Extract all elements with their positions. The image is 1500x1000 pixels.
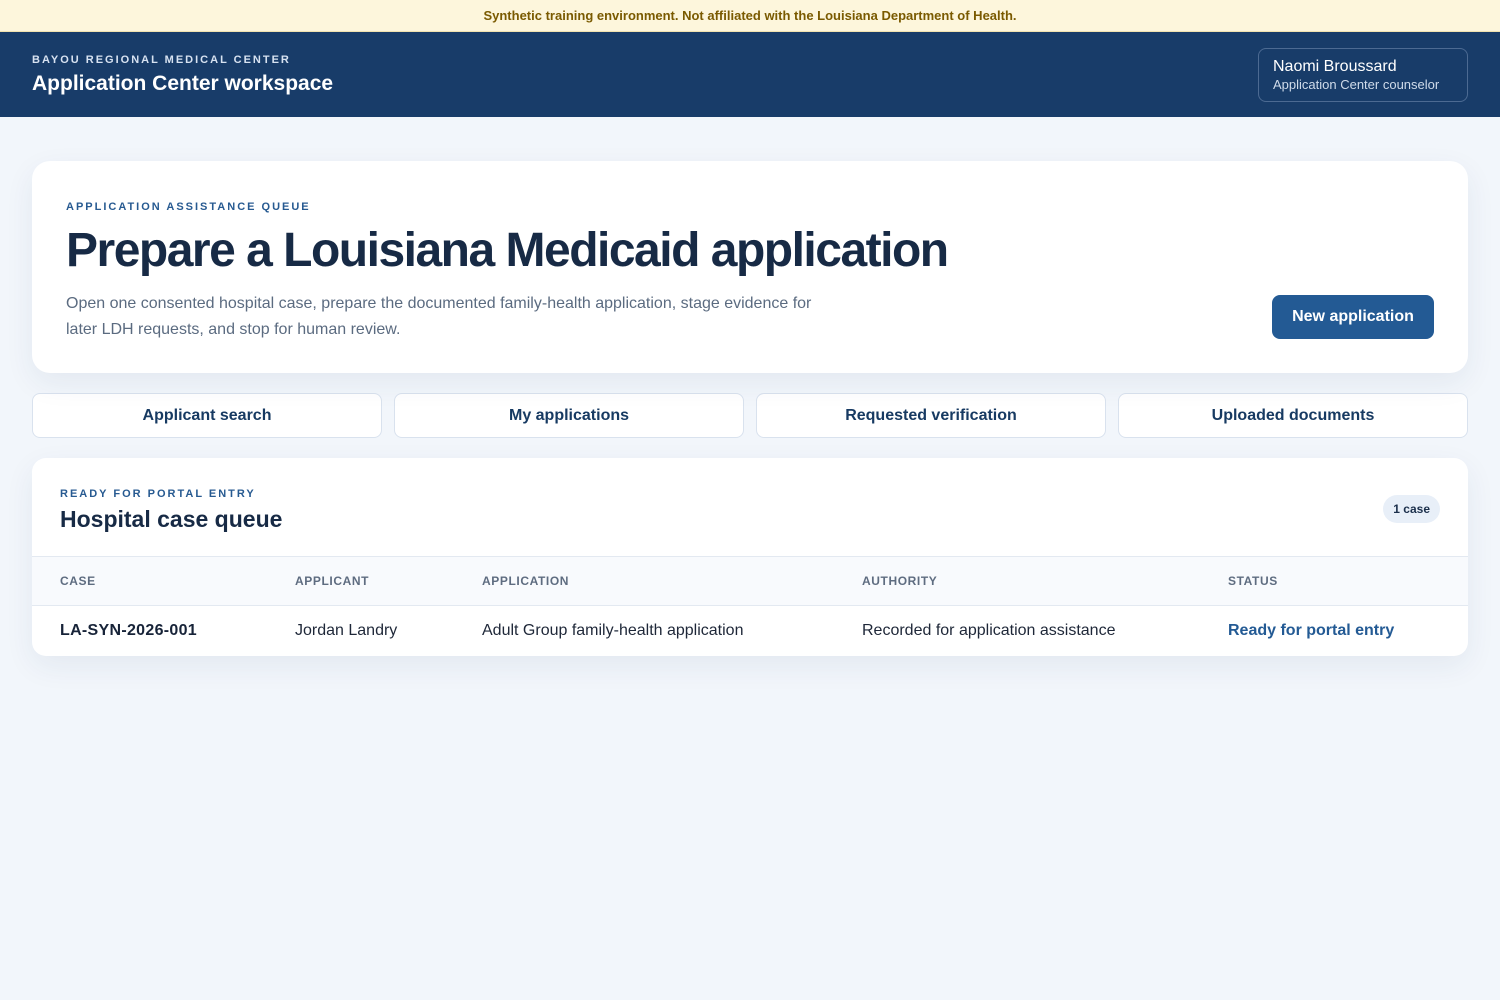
case-count-badge: 1 case (1383, 495, 1440, 523)
workspace-nav: Applicant search My applications Request… (32, 393, 1468, 438)
applicant-cell: Jordan Landry (295, 621, 398, 639)
app-header: BAYOU REGIONAL MEDICAL CENTER Applicatio… (0, 32, 1500, 117)
brand-org-name: BAYOU REGIONAL MEDICAL CENTER (32, 53, 291, 66)
authority-cell: Recorded for application assistance (862, 621, 1116, 639)
training-notice-banner: Synthetic training environment. Not affi… (0, 0, 1500, 32)
case-id-cell[interactable]: LA-SYN-2026-001 (32, 605, 295, 656)
column-header-authority: AUTHORITY (862, 573, 938, 588)
table-header-row: CASE APPLICANT APPLICATION AUTHORITY STA… (32, 557, 1468, 605)
column-header-case: CASE (60, 573, 96, 588)
brand: BAYOU REGIONAL MEDICAL CENTER Applicatio… (32, 54, 333, 96)
new-application-button[interactable]: New application (1272, 295, 1434, 339)
queue-header: READY FOR PORTAL ENTRY Hospital case que… (32, 458, 1468, 557)
column-header-status: STATUS (1228, 573, 1278, 588)
case-table: CASE APPLICANT APPLICATION AUTHORITY STA… (32, 557, 1468, 656)
user-role: Application Center counselor (1273, 76, 1440, 92)
application-cell: Adult Group family-health application (482, 621, 744, 639)
hero-eyebrow: APPLICATION ASSISTANCE QUEUE (66, 201, 311, 213)
tab-my-applications[interactable]: My applications (394, 393, 744, 438)
table-row[interactable]: LA-SYN-2026-001 Jordan Landry Adult Grou… (32, 605, 1468, 656)
tab-uploaded-documents[interactable]: Uploaded documents (1118, 393, 1468, 438)
status-link[interactable]: Ready for portal entry (1228, 605, 1468, 656)
hero-card: APPLICATION ASSISTANCE QUEUE Prepare a L… (32, 161, 1468, 373)
hero-description: Open one consented hospital case, prepar… (66, 295, 812, 338)
page-title: Prepare a Louisiana Medicaid application (66, 224, 949, 277)
queue-title: Hospital case queue (60, 506, 283, 532)
training-notice-text: Synthetic training environment. Not affi… (483, 8, 1017, 23)
brand-workspace-title: Application Center workspace (32, 71, 334, 95)
queue-eyebrow: READY FOR PORTAL ENTRY (60, 488, 256, 500)
user-profile-card[interactable]: Naomi Broussard Application Center couns… (1258, 47, 1468, 102)
hospital-case-queue: READY FOR PORTAL ENTRY Hospital case que… (32, 458, 1468, 656)
tab-applicant-search[interactable]: Applicant search (32, 393, 382, 438)
main-content: APPLICATION ASSISTANCE QUEUE Prepare a L… (0, 117, 1500, 656)
column-header-applicant: APPLICANT (295, 573, 370, 588)
user-name: Naomi Broussard (1273, 57, 1397, 75)
tab-requested-verification[interactable]: Requested verification (756, 393, 1106, 438)
column-header-application: APPLICATION (482, 573, 570, 588)
